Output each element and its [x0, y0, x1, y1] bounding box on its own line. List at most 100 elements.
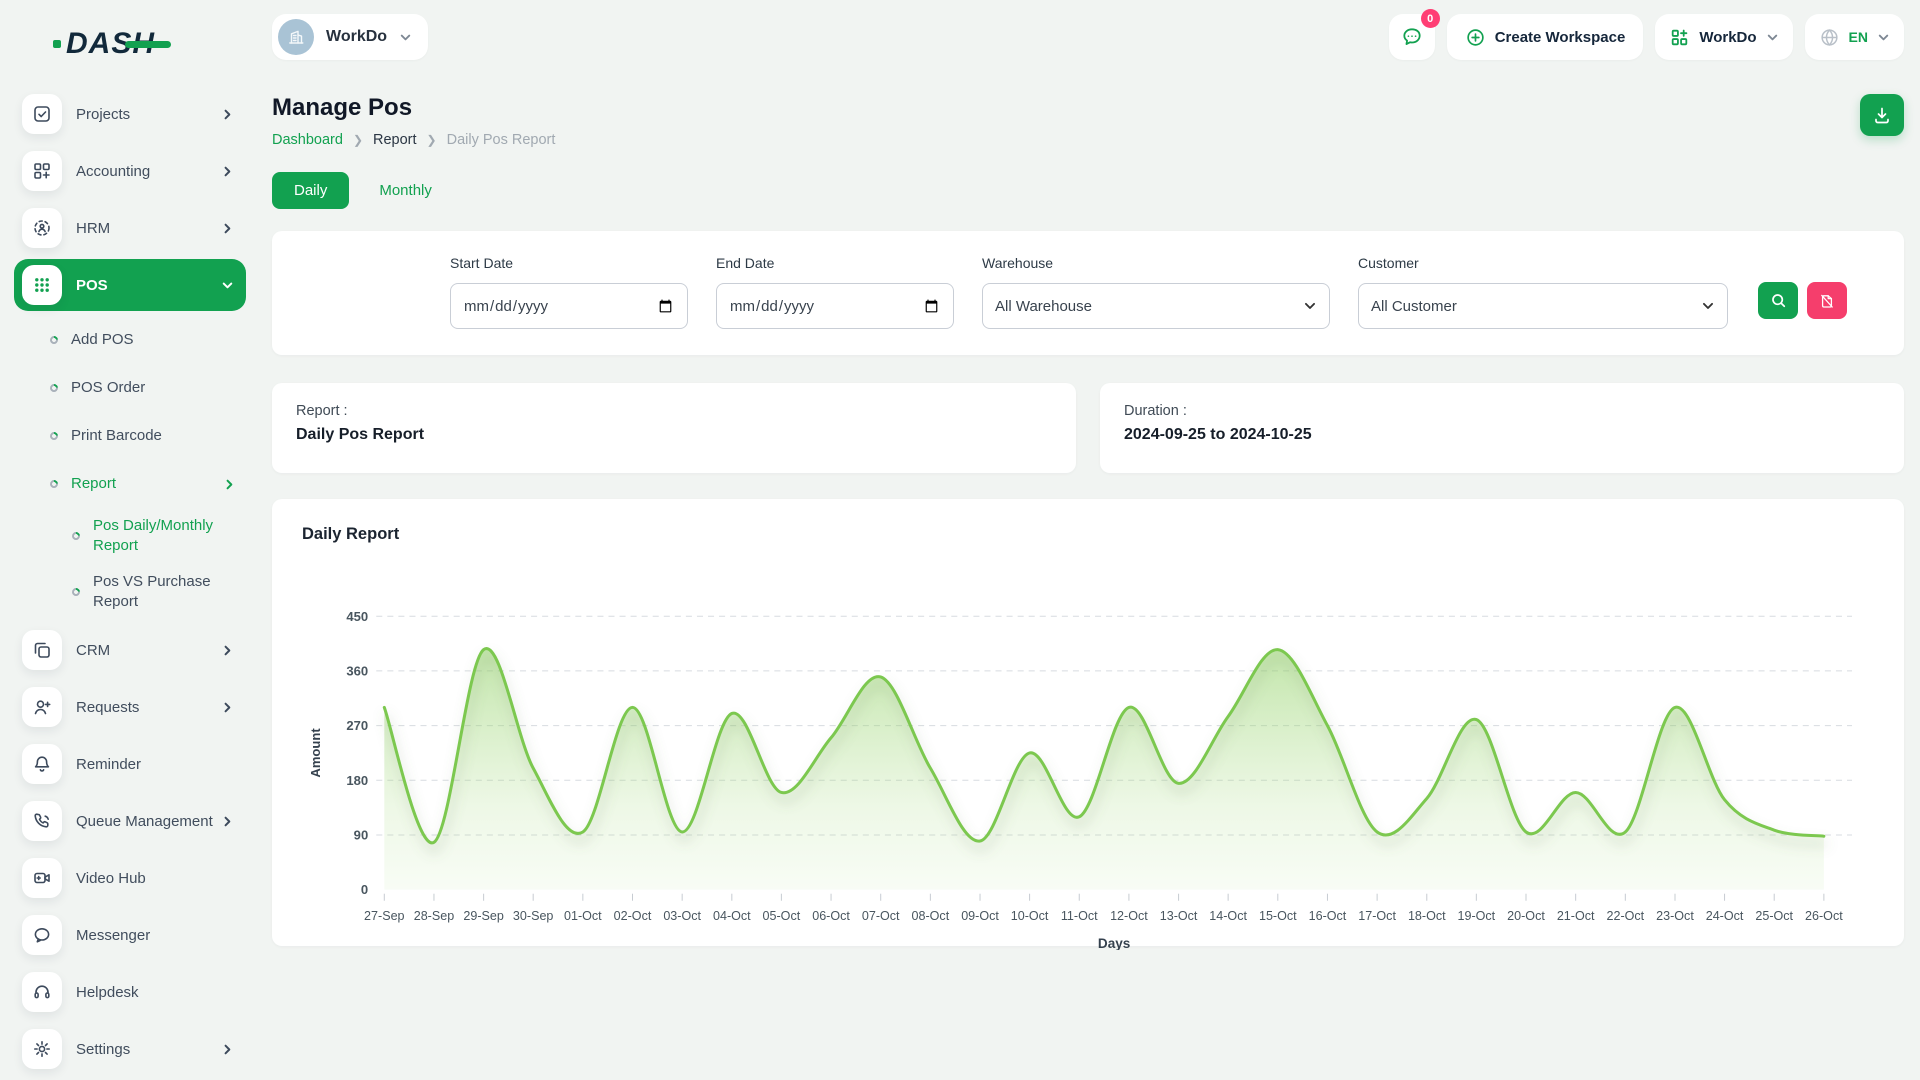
workdo-menu-button[interactable]: WorkDo — [1655, 14, 1792, 60]
sidebar-item-projects[interactable]: Projects — [14, 88, 246, 140]
brand-logo[interactable]: DASH — [14, 16, 246, 72]
breadcrumb-dashboard[interactable]: Dashboard — [272, 132, 343, 148]
sidebar-item-accounting[interactable]: Accounting — [14, 145, 246, 197]
chevron-down-icon — [399, 31, 412, 44]
sidebar-subitem-pos-order[interactable]: POS Order — [50, 364, 246, 412]
download-button[interactable] — [1860, 94, 1904, 136]
tab-daily[interactable]: Daily — [272, 172, 349, 209]
create-workspace-label: Create Workspace — [1495, 29, 1626, 46]
sidebar-item-helpdesk[interactable]: Helpdesk — [14, 966, 246, 1018]
svg-text:02-Oct: 02-Oct — [614, 909, 652, 923]
workspace-name: WorkDo — [326, 28, 387, 46]
svg-text:20-Oct: 20-Oct — [1507, 909, 1545, 923]
workspace-selector[interactable]: WorkDo — [272, 14, 428, 60]
end-date-field-group: End Date — [716, 255, 954, 329]
svg-text:270: 270 — [346, 718, 368, 733]
x-axis-title: Days — [1098, 936, 1130, 950]
sidebar-subitem-pos-daily-monthly-report[interactable]: Pos Daily/Monthly Report — [72, 508, 246, 564]
sidebar-subitem-print-barcode[interactable]: Print Barcode — [50, 412, 246, 460]
chevron-down-icon — [221, 279, 234, 292]
main-area: WorkDo 0 Create Workspace WorkDo — [258, 0, 1920, 1080]
grid-plus-icon — [1669, 27, 1690, 48]
page-title: Manage Pos — [272, 94, 555, 122]
daily-report-card: Daily Report 09018027036045027-Sep28-Sep… — [272, 499, 1904, 946]
language-selector[interactable]: EN — [1805, 14, 1904, 60]
chevron-right-icon: ❯ — [353, 133, 363, 147]
search-icon — [1770, 292, 1787, 309]
chevron-right-icon — [221, 701, 234, 714]
warehouse-select[interactable]: All Warehouse — [982, 283, 1330, 329]
search-button[interactable] — [1758, 282, 1798, 319]
breadcrumb-report[interactable]: Report — [373, 132, 417, 148]
summary-cards: Report : Daily Pos Report Duration : 202… — [272, 383, 1904, 473]
svg-text:30-Sep: 30-Sep — [513, 909, 553, 923]
svg-text:90: 90 — [354, 828, 369, 843]
sidebar-item-queue-management[interactable]: Queue Management — [14, 795, 246, 847]
sidebar-item-hrm[interactable]: HRM — [14, 202, 246, 254]
report-value: Daily Pos Report — [296, 426, 1052, 444]
sidebar-item-settings[interactable]: Settings — [14, 1023, 246, 1075]
start-date-field-group: Start Date — [450, 255, 688, 329]
svg-text:23-Oct: 23-Oct — [1656, 909, 1694, 923]
warehouse-field-group: Warehouse All Warehouse — [982, 255, 1330, 329]
sidebar-item-video-hub[interactable]: Video Hub — [14, 852, 246, 904]
messages-button[interactable]: 0 — [1389, 14, 1435, 60]
svg-text:08-Oct: 08-Oct — [912, 909, 950, 923]
bullet-icon — [48, 382, 59, 393]
end-date-input[interactable] — [716, 283, 954, 329]
y-axis-title: Amount — [308, 728, 323, 778]
sidebar-item-messenger[interactable]: Messenger — [14, 909, 246, 961]
duration-value: 2024-09-25 to 2024-10-25 — [1124, 426, 1880, 444]
svg-text:29-Sep: 29-Sep — [463, 909, 503, 923]
filter-fields: Start Date End Date Warehouse All Wareho… — [300, 255, 1876, 329]
language-label: EN — [1849, 29, 1868, 45]
sidebar-subitem-pos-vs-purchase-report[interactable]: Pos VS Purchase Report — [72, 564, 246, 620]
building-avatar-icon — [286, 27, 306, 47]
chevron-right-icon — [221, 1043, 234, 1056]
svg-text:28-Sep: 28-Sep — [414, 909, 454, 923]
start-date-label: Start Date — [450, 255, 688, 271]
daily-report-chart: 09018027036045027-Sep28-Sep29-Sep30-Sep0… — [302, 570, 1874, 955]
chevron-down-icon — [1766, 31, 1779, 44]
sidebar-item-requests[interactable]: Requests — [14, 681, 246, 733]
svg-text:03-Oct: 03-Oct — [663, 909, 701, 923]
reset-filter-button[interactable] — [1807, 282, 1847, 319]
brand-logo-text: DASH — [66, 27, 155, 61]
svg-text:25-Oct: 25-Oct — [1755, 909, 1793, 923]
projects-icon — [22, 94, 62, 134]
sidebar: DASH Projects Accounting HRM POSAdd POSP… — [0, 0, 258, 1080]
start-date-input[interactable] — [450, 283, 688, 329]
tab-monthly[interactable]: Monthly — [379, 182, 432, 199]
requests-icon — [22, 687, 62, 727]
plus-circle-icon — [1465, 27, 1486, 48]
svg-text:0: 0 — [361, 882, 368, 897]
svg-text:17-Oct: 17-Oct — [1358, 909, 1396, 923]
svg-text:18-Oct: 18-Oct — [1408, 909, 1446, 923]
sidebar-item-crm[interactable]: CRM — [14, 624, 246, 676]
y-axis-labels: 090180270360450 — [346, 609, 368, 897]
customer-select[interactable]: All Customer — [1358, 283, 1728, 329]
svg-text:04-Oct: 04-Oct — [713, 909, 751, 923]
globe-icon — [1819, 27, 1840, 48]
customer-label: Customer — [1358, 255, 1728, 271]
helpdesk-icon — [22, 972, 62, 1012]
svg-text:11-Oct: 11-Oct — [1061, 909, 1098, 923]
bullet-icon — [48, 478, 59, 489]
bullet-icon — [70, 530, 81, 541]
end-date-label: End Date — [716, 255, 954, 271]
page-header: Manage Pos Dashboard ❯ Report ❯ Daily Po… — [272, 94, 1904, 148]
sidebar-item-pos[interactable]: POS — [14, 259, 246, 311]
queue-icon — [22, 801, 62, 841]
svg-text:05-Oct: 05-Oct — [763, 909, 801, 923]
crm-icon — [22, 630, 62, 670]
app-root: DASH Projects Accounting HRM POSAdd POSP… — [0, 0, 1920, 1080]
sidebar-item-reminder[interactable]: Reminder — [14, 738, 246, 790]
sidebar-subitem-report[interactable]: Report — [50, 460, 246, 508]
sidebar-subitem-add-pos[interactable]: Add POS — [50, 316, 246, 364]
svg-text:09-Oct: 09-Oct — [961, 909, 999, 923]
file-off-icon — [1819, 293, 1835, 309]
chevron-right-icon: ❯ — [427, 133, 437, 147]
chevron-down-icon — [1877, 31, 1890, 44]
sidebar-nav: Projects Accounting HRM POS Add POSPOS Or… — [14, 88, 246, 1075]
create-workspace-button[interactable]: Create Workspace — [1447, 14, 1644, 60]
